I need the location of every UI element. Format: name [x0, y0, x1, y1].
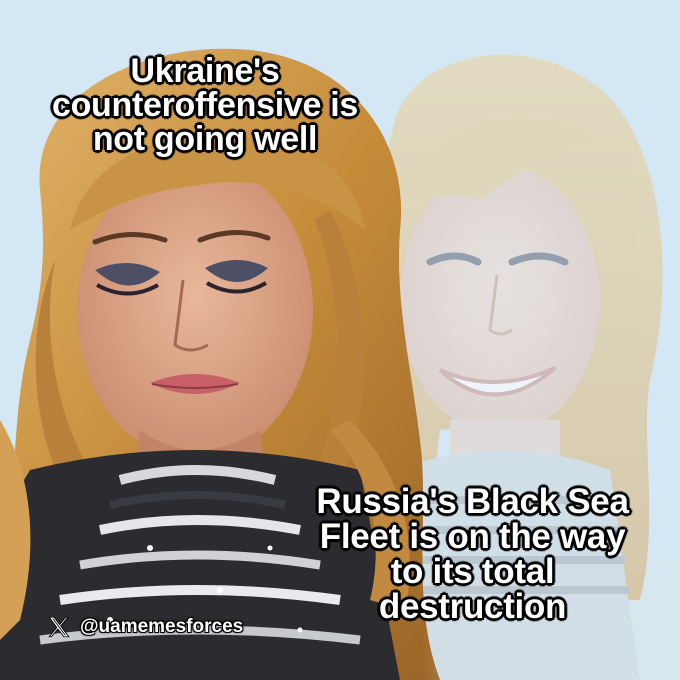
bottom-caption: Russia's Black Sea Fleet is on the way t…	[316, 482, 629, 626]
top-caption: Ukraine's counteroffensive is not going …	[51, 52, 359, 158]
watermark: @uamemesforces	[46, 612, 243, 642]
meme-image: Ukraine's counteroffensive is not going …	[0, 0, 680, 680]
watermark-handle: @uamemesforces	[80, 616, 244, 637]
x-logo-icon	[46, 614, 72, 640]
